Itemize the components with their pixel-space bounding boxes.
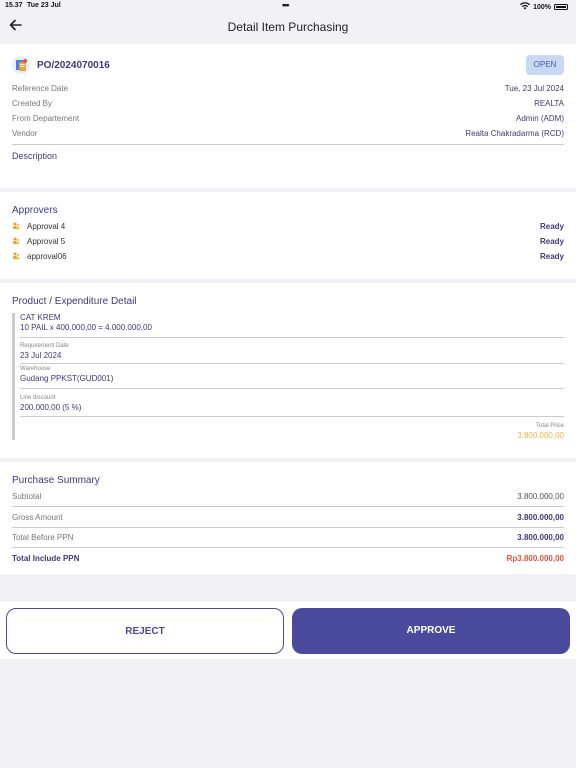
- total-price-value: 3.800.000,00: [517, 431, 564, 440]
- info-label: Created By: [12, 99, 53, 108]
- info-label: Vendor: [12, 129, 38, 138]
- summary-value: 3.800.000,00: [517, 533, 564, 542]
- divider: [20, 337, 564, 338]
- approver-name: Approval 5: [27, 237, 66, 246]
- battery-icon: [554, 4, 568, 10]
- product-accent-bar: [12, 313, 15, 440]
- document-icon: [12, 56, 30, 74]
- divider: [12, 506, 564, 507]
- warehouse-value: Gudang PPKST(GUD001): [20, 374, 114, 383]
- req-date-label: Requirement Date: [20, 343, 69, 349]
- po-number: PO/2024070016: [37, 60, 110, 71]
- approver-icon: [12, 237, 20, 245]
- divider: [12, 547, 564, 548]
- approver-status: Ready: [539, 222, 564, 231]
- approver-icon: [12, 222, 20, 230]
- info-row-department: From Departement Admin (ADM): [12, 114, 564, 126]
- summary-value: Rp3.800.000,00: [506, 554, 564, 563]
- summary-value: 3.800.000,00: [517, 492, 564, 501]
- approvers-title: Approvers: [12, 205, 58, 216]
- approver-status: Ready: [539, 252, 564, 261]
- product-title: Product / Expenditure Detail: [12, 296, 137, 307]
- divider: [20, 416, 564, 417]
- summary-row-before-ppn: Total Before PPN 3.800.000,00: [12, 533, 564, 545]
- info-row-reference-date: Reference Date Tue, 23 Jul 2024: [12, 84, 564, 96]
- divider: [12, 144, 564, 145]
- approve-button[interactable]: APPROVE: [292, 608, 570, 654]
- page-title: Detail Item Purchasing: [227, 20, 349, 34]
- summary-title: Purchase Summary: [12, 475, 100, 486]
- approver-row: Approval 4 Ready: [12, 222, 564, 234]
- approver-name: approval06: [27, 252, 67, 261]
- action-bar: REJECT APPROVE: [0, 602, 576, 659]
- info-value: Tue, 23 Jul 2024: [504, 84, 564, 93]
- status-date: Tue 23 Jul: [27, 2, 61, 9]
- warehouse-label: Warehouse: [20, 366, 51, 372]
- approver-row: Approval 5 Ready: [12, 237, 564, 249]
- discount-value: 200.000,00 (5 %): [20, 403, 82, 412]
- summary-value: 3.800.000,00: [517, 513, 564, 522]
- summary-label: Total Include PPN: [12, 554, 80, 563]
- divider: [20, 388, 564, 389]
- description-label: Description: [12, 151, 58, 161]
- summary-row-include-ppn: Total Include PPN Rp3.800.000,00: [12, 554, 564, 566]
- product-card: Product / Expenditure Detail CAT KREM 10…: [0, 283, 576, 458]
- summary-label: Gross Amount: [12, 513, 63, 522]
- summary-row-subtotal: Subtotal 3.800.000,00: [12, 492, 564, 504]
- po-header-card: PO/2024070016 OPEN Reference Date Tue, 2…: [0, 44, 576, 188]
- status-bar: 15.37 Tue 23 Jul ••• 100%: [0, 0, 576, 12]
- summary-card: Purchase Summary Subtotal 3.800.000,00 G…: [0, 462, 576, 574]
- nav-bar: Detail Item Purchasing: [0, 12, 576, 42]
- info-value: Realta Chakradarma (RCD): [465, 129, 564, 138]
- total-price-label: Total Price: [535, 423, 564, 429]
- summary-row-gross: Gross Amount 3.800.000,00: [12, 513, 564, 525]
- reject-button[interactable]: REJECT: [6, 608, 284, 654]
- approver-name: Approval 4: [27, 222, 66, 231]
- info-value: Admin (ADM): [515, 114, 564, 123]
- status-time: 15.37: [5, 2, 23, 9]
- approvers-card: Approvers Approval 4 Ready Approval 5 Re…: [0, 192, 576, 279]
- req-date-value: 23 Jul 2024: [20, 351, 62, 360]
- info-row-created-by: Created By REALTA: [12, 99, 564, 111]
- discount-label: Line discount: [20, 395, 56, 401]
- item-name: CAT KREM: [20, 313, 61, 322]
- multitask-dots-icon[interactable]: •••: [282, 0, 290, 10]
- divider: [12, 527, 564, 528]
- approver-status: Ready: [539, 237, 564, 246]
- battery-percent: 100%: [533, 3, 551, 11]
- info-value: REALTA: [534, 99, 564, 108]
- info-row-vendor: Vendor Realta Chakradarma (RCD): [12, 129, 564, 141]
- approver-row: approval06 Ready: [12, 252, 564, 264]
- info-label: Reference Date: [12, 84, 69, 93]
- summary-label: Total Before PPN: [12, 533, 74, 542]
- wifi-icon: [520, 2, 531, 12]
- status-badge: OPEN: [526, 55, 564, 75]
- summary-label: Subtotal: [12, 492, 42, 501]
- divider: [20, 363, 564, 364]
- item-calc: 10 PAIL x 400.000,00 = 4.000.000,00: [20, 323, 152, 332]
- info-label: From Departement: [12, 114, 80, 123]
- approver-icon: [12, 252, 20, 260]
